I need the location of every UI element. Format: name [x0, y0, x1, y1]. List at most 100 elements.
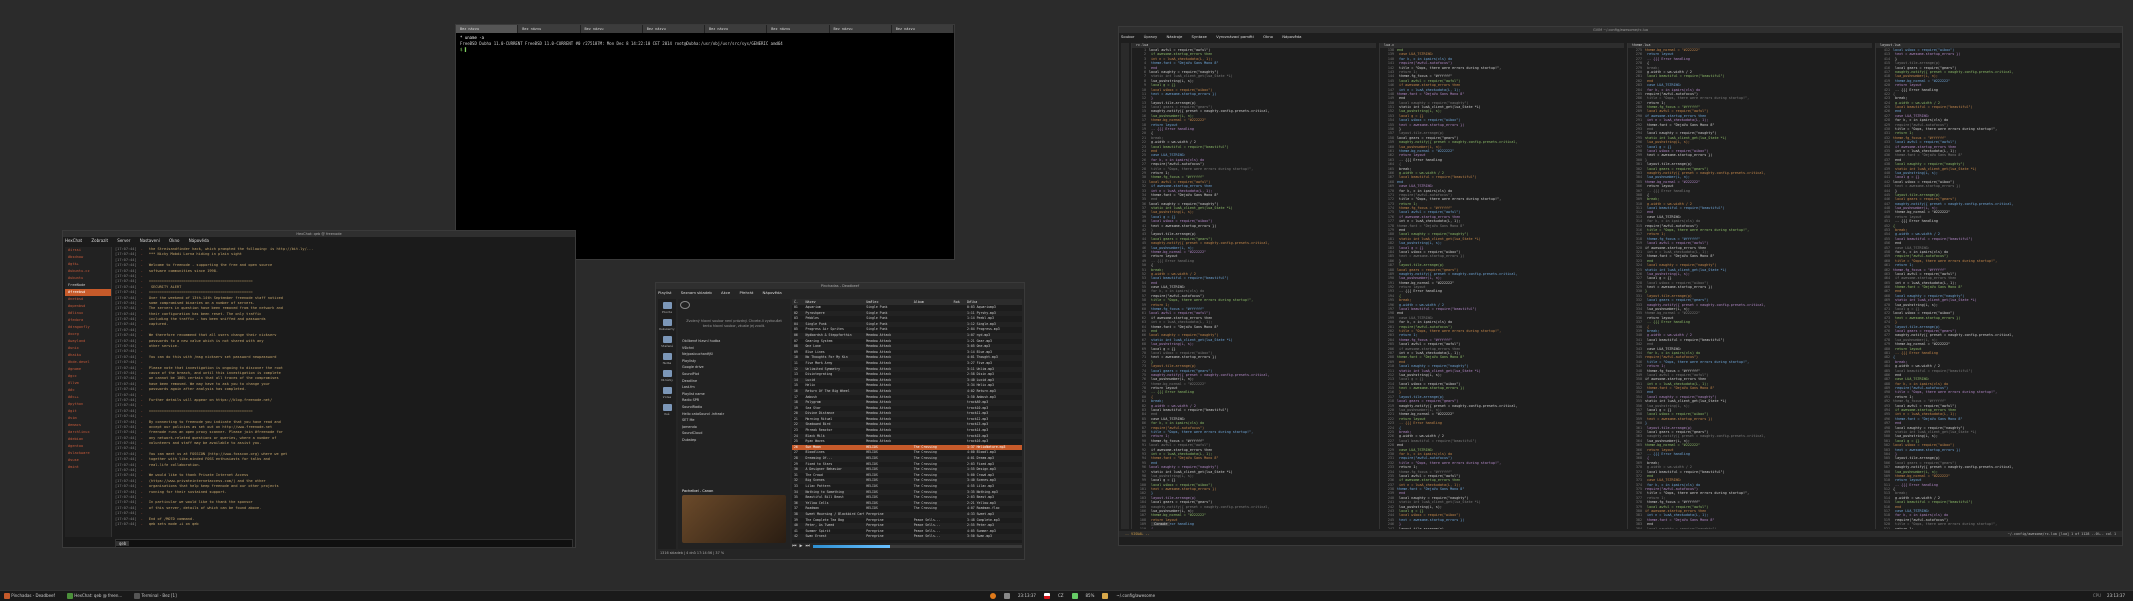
source-item[interactable]: Všichni	[682, 345, 786, 352]
source-item[interactable]: Deadline	[682, 378, 786, 385]
menu-view[interactable]: Zobrazit	[91, 238, 108, 243]
channel-item[interactable]: #llvm	[65, 380, 111, 387]
network-icon[interactable]	[1004, 593, 1010, 599]
menu-syntax[interactable]: Syntaxe	[1192, 34, 1207, 39]
menu-settings[interactable]: Nastavení	[140, 238, 160, 243]
source-item[interactable]: Playlisty	[682, 358, 786, 365]
menu-window[interactable]: Okno	[169, 238, 179, 243]
place-item[interactable]: Plocha	[658, 302, 676, 314]
console-tab[interactable]: Console	[1151, 522, 1171, 526]
menu-tracks[interactable]: Seznam skladeb	[681, 290, 712, 295]
source-item[interactable]: SoundCloud	[682, 430, 786, 437]
source-item[interactable]: SET Me	[682, 417, 786, 424]
menu-help[interactable]: Nápověda	[763, 290, 782, 295]
menu-window[interactable]: Okno	[1263, 34, 1273, 39]
channel-item[interactable]: #ubuntu-cz	[65, 268, 111, 275]
search-icon[interactable]	[680, 301, 690, 309]
editor-pane[interactable]: theme.lua 275 theme.bg_normal = "#222222" 2…	[1627, 43, 1872, 529]
channel-item[interactable]: #dragonfly	[65, 324, 111, 331]
terminal-tab[interactable]: Bez názvu	[767, 25, 830, 33]
menu-server[interactable]: Server	[117, 238, 130, 243]
place-item[interactable]: Obrázky	[658, 370, 676, 382]
channel-item[interactable]: #debian	[65, 436, 111, 443]
place-item[interactable]: Videa	[658, 387, 676, 399]
menu-edit[interactable]: Úpravy	[1144, 34, 1158, 39]
channel-item[interactable]: #archlinux	[65, 429, 111, 436]
channel-item[interactable]: #vim	[65, 415, 111, 422]
channel-item[interactable]: ##linux	[65, 310, 111, 317]
channel-item[interactable]: #gentoo	[65, 443, 111, 450]
channel-item[interactable]: #openbsd	[65, 303, 111, 310]
hexchat-window[interactable]: HexChat: qeb @ freenode HexChat Zobrazit…	[62, 230, 576, 548]
place-item[interactable]: Stažené	[658, 336, 676, 348]
channel-item[interactable]: #irssi	[65, 247, 111, 254]
source-item[interactable]: Nejposlouchanější	[682, 351, 786, 358]
nick-button[interactable]: qeb	[116, 541, 130, 546]
source-item[interactable]: Radio SPR	[682, 397, 786, 404]
terminal-window[interactable]: Bez názvu Bez názvu Bez názvu Bez názvu Bez …	[455, 24, 955, 260]
menu-hexchat[interactable]: HexChat	[65, 238, 82, 243]
channel-item[interactable]: #freebsd	[65, 289, 111, 296]
source-item[interactable]: Google drive	[682, 364, 786, 371]
terminal-tab[interactable]: Bez názvu	[892, 25, 954, 33]
source-item[interactable]: Last.fm	[682, 384, 786, 391]
terminal-prompt[interactable]: $ ▌	[460, 47, 950, 53]
editor-window[interactable]: GVIM ~/.config/awesome/rc.lua Soubor Úpr…	[1118, 26, 2123, 546]
track-row[interactable]: 42 Swan Ernest Peregrine Peace Sells... 3:50…	[792, 534, 1022, 540]
source-item[interactable]: SoundPlot	[682, 371, 786, 378]
menu-playlist[interactable]: Playlist	[658, 290, 672, 295]
menu-tools[interactable]: Nástroje	[1166, 34, 1182, 39]
prev-icon[interactable]: ⏮	[792, 543, 797, 549]
channel-item[interactable]: #netbsd	[65, 296, 111, 303]
menu-play[interactable]: Přehrát	[739, 290, 753, 295]
terminal-tab[interactable]: Bez názvu	[705, 25, 768, 33]
place-item[interactable]: Dokumenty	[658, 319, 676, 331]
channel-item[interactable]: #unix	[65, 345, 111, 352]
channel-item[interactable]: #gcc	[65, 373, 111, 380]
place-item[interactable]: Koš	[658, 404, 676, 416]
channel-item[interactable]: #gnome	[65, 366, 111, 373]
terminal-tab[interactable]: Bez názvu	[456, 25, 519, 33]
source-item[interactable]: Playlist name	[682, 391, 786, 398]
channel-item[interactable]: #python	[65, 401, 111, 408]
channel-item[interactable]: #gtk+	[65, 261, 111, 268]
channel-item[interactable]: #bsdnow	[65, 254, 111, 261]
seek-bar[interactable]	[813, 544, 1022, 548]
play-icon[interactable]: ▶	[800, 543, 803, 549]
channel-item[interactable]: #git	[65, 408, 111, 415]
channel-item[interactable]: #haiku	[65, 352, 111, 359]
channel-item[interactable]: #fedora	[65, 317, 111, 324]
channel-item[interactable]: #suse	[65, 457, 111, 464]
editor-pane[interactable]: layout.lua 412 local wibox = require("wibo…	[1875, 43, 2120, 529]
menu-help[interactable]: Nápověda	[189, 238, 209, 243]
channel-item[interactable]: #wayland	[65, 338, 111, 345]
terminal-tab[interactable]: Bez názvu	[581, 25, 643, 33]
music-player-window[interactable]: Pinchadas - Deadbeef Playlist Seznam skl…	[655, 282, 1025, 560]
firefox-icon[interactable]	[990, 593, 996, 599]
editor-pane[interactable]: lua.c 138 end 139 case LUA_TSTRING: 140 for …	[1379, 43, 1624, 529]
source-item[interactable]: Hello cataSound .infrastr	[682, 411, 786, 418]
channel-item[interactable]: #emacs	[65, 422, 111, 429]
source-item[interactable]: SoundRadio	[682, 404, 786, 411]
source-item[interactable]: Oblíbené hlavní hudba	[682, 338, 786, 345]
terminal-tab[interactable]: Bez názvu	[643, 25, 705, 33]
channel-item[interactable]: #xorg	[65, 331, 111, 338]
channel-item[interactable]: #mint	[65, 464, 111, 471]
editor-pane[interactable]: rc.lua 1 local awful = require("awful") 2 i…	[1131, 43, 1376, 529]
source-item[interactable]: Dubstep	[682, 437, 786, 444]
terminal-tab[interactable]: Bez názvu	[518, 25, 581, 33]
channel-item[interactable]: ##c	[65, 387, 111, 394]
terminal-tab[interactable]: Bez názvu	[830, 25, 892, 33]
next-icon[interactable]: ⏭	[806, 543, 811, 549]
channel-item[interactable]: #kde-devel	[65, 359, 111, 366]
menu-help[interactable]: Nápověda	[1282, 34, 1301, 39]
source-item[interactable]: Jamendo	[682, 424, 786, 431]
channel-item[interactable]: #ubuntu	[65, 275, 111, 282]
menu-buffers[interactable]: Vyrovnávací paměti	[1216, 34, 1254, 39]
channel-item[interactable]: ##c++	[65, 394, 111, 401]
menu-actions[interactable]: Akce	[721, 290, 730, 295]
channel-item[interactable]: FreeNode	[65, 282, 111, 289]
menu-file[interactable]: Soubor	[1121, 34, 1134, 39]
channel-item[interactable]: #slackware	[65, 450, 111, 457]
place-item[interactable]: Hudba	[658, 353, 676, 365]
